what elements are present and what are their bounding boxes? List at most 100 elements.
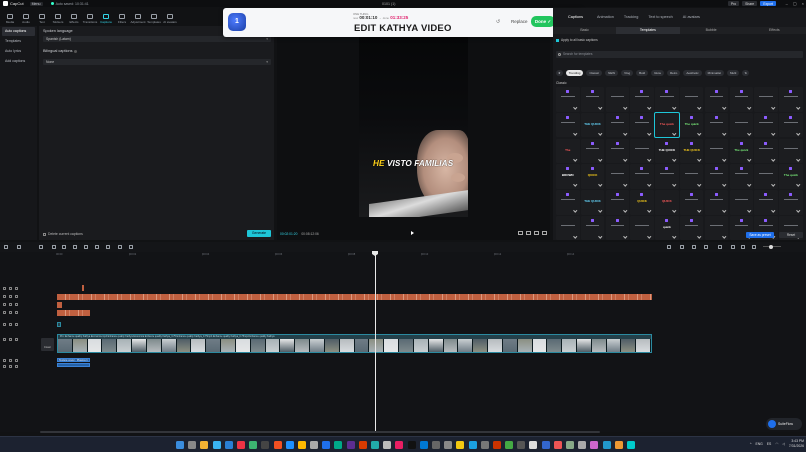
download-icon[interactable]: [598, 105, 602, 110]
audio-toggle-icon[interactable]: [15, 323, 18, 326]
taskbar-app-icon[interactable]: [626, 441, 635, 449]
chip-vlog[interactable]: Vlog: [621, 70, 634, 76]
taskbar-app-icon[interactable]: [273, 441, 282, 449]
taskbar-app-icon[interactable]: [249, 441, 258, 449]
minimize-icon[interactable]: –: [786, 1, 788, 6]
lock-icon[interactable]: [3, 295, 6, 298]
tab-captions[interactable]: Captions: [568, 15, 583, 19]
audio-toggle-icon[interactable]: [15, 303, 18, 306]
download-icon[interactable]: [747, 208, 751, 213]
template-item[interactable]: [605, 112, 630, 138]
download-icon[interactable]: [697, 105, 702, 110]
taskbar-app-icon[interactable]: [261, 441, 270, 449]
taskbar-app-icon[interactable]: [480, 441, 489, 449]
taskbar-app-icon[interactable]: [602, 441, 611, 449]
download-icon[interactable]: [747, 157, 751, 161]
lock-icon[interactable]: [3, 303, 6, 306]
eye-icon[interactable]: [9, 311, 12, 314]
download-icon[interactable]: [796, 131, 801, 135]
download-icon[interactable]: [623, 182, 627, 187]
download-icon[interactable]: [722, 131, 726, 135]
download-icon[interactable]: [796, 157, 801, 161]
template-item[interactable]: [754, 138, 778, 164]
nav-auto-lyrics[interactable]: Auto lyrics: [2, 47, 35, 56]
template-item[interactable]: [605, 164, 630, 189]
download-icon[interactable]: [771, 208, 776, 213]
download-icon[interactable]: [672, 182, 677, 187]
file-explorer-icon[interactable]: [200, 441, 209, 449]
timeline-scrollbar[interactable]: [40, 431, 600, 433]
share-button[interactable]: Share: [742, 1, 758, 6]
audio-toggle-icon[interactable]: [15, 359, 18, 362]
link-icon[interactable]: [680, 245, 684, 249]
template-item[interactable]: The quick: [779, 164, 803, 189]
tool-templates[interactable]: Templates: [146, 9, 162, 24]
taskbar-app-icon[interactable]: [492, 441, 501, 449]
template-item[interactable]: [729, 87, 754, 112]
template-item[interactable]: [630, 112, 654, 138]
template-item[interactable]: [580, 138, 605, 164]
tool-filters[interactable]: Filters: [114, 9, 130, 24]
small-clip[interactable]: [57, 322, 61, 327]
main-video-clip[interactable]: Pro: Enhance quality Kathya Economía.mp4…: [57, 334, 652, 353]
video-frame[interactable]: [359, 35, 468, 217]
taskbar-app-icon[interactable]: [407, 441, 416, 449]
reset-button[interactable]: Reset: [779, 232, 803, 238]
template-item[interactable]: [605, 215, 630, 241]
download-icon[interactable]: [672, 131, 677, 135]
download-icon[interactable]: [722, 157, 726, 161]
chip-classic[interactable]: Classic: [586, 70, 603, 76]
caption-clip[interactable]: [57, 302, 62, 308]
split-left-icon[interactable]: [73, 245, 77, 249]
chip-aesthetic[interactable]: Aesthetic: [683, 70, 702, 76]
taskbar-app-icon[interactable]: [505, 441, 514, 449]
template-item[interactable]: [704, 138, 729, 164]
taskbar-app-icon[interactable]: [517, 441, 526, 449]
template-item[interactable]: [605, 87, 630, 112]
subtab-effects[interactable]: Effects: [742, 27, 806, 34]
tool-audio[interactable]: Audio: [18, 9, 34, 24]
undo-icon[interactable]: [39, 245, 43, 249]
eye-icon[interactable]: [9, 295, 12, 298]
template-item[interactable]: [704, 87, 729, 112]
marker-icon[interactable]: [106, 245, 110, 249]
split-icon[interactable]: [62, 245, 66, 249]
template-item[interactable]: [704, 215, 729, 241]
download-icon[interactable]: [697, 182, 702, 187]
download-icon[interactable]: [697, 157, 702, 161]
template-item[interactable]: THE QUICK: [655, 138, 679, 164]
taskbar-app-icon[interactable]: [419, 441, 428, 449]
audio-toggle-icon[interactable]: [15, 311, 18, 314]
split-right-icon[interactable]: [84, 245, 88, 249]
download-icon[interactable]: [796, 208, 801, 213]
eye-icon[interactable]: [9, 323, 12, 326]
download-icon[interactable]: [771, 157, 776, 161]
template-item[interactable]: [630, 87, 654, 112]
menu-button[interactable]: Menu: [29, 1, 43, 6]
template-item[interactable]: [679, 87, 704, 112]
taskbar-app-icon[interactable]: [371, 441, 379, 449]
taskbar-app-icon[interactable]: [614, 441, 623, 449]
taskbar-app-icon[interactable]: [285, 441, 294, 449]
freeze-icon[interactable]: [118, 245, 122, 249]
lock-icon[interactable]: [3, 338, 6, 341]
download-icon[interactable]: [623, 105, 627, 110]
template-item[interactable]: THE QUICK: [580, 190, 605, 215]
template-item[interactable]: QUICK: [580, 164, 605, 189]
taskbar-app-icon[interactable]: [590, 441, 599, 449]
search-icon[interactable]: [188, 441, 197, 449]
tool-captions[interactable]: Captions: [98, 9, 114, 24]
magnet-icon[interactable]: [692, 245, 696, 249]
snap-icon[interactable]: [704, 245, 708, 249]
download-icon[interactable]: [623, 157, 627, 161]
template-item[interactable]: [630, 164, 654, 189]
template-item[interactable]: [754, 112, 778, 138]
save-preset-button[interactable]: Save as preset: [746, 232, 774, 238]
template-item[interactable]: BROWN: [556, 164, 580, 189]
add-track-icon[interactable]: [4, 245, 8, 249]
taskbar-app-icon[interactable]: [468, 441, 477, 449]
lock-icon[interactable]: [3, 365, 6, 368]
caption-overlay[interactable]: HE VISTO FAMILIAS: [373, 159, 453, 168]
export-button[interactable]: Export: [760, 1, 776, 6]
download-icon[interactable]: [598, 208, 602, 213]
